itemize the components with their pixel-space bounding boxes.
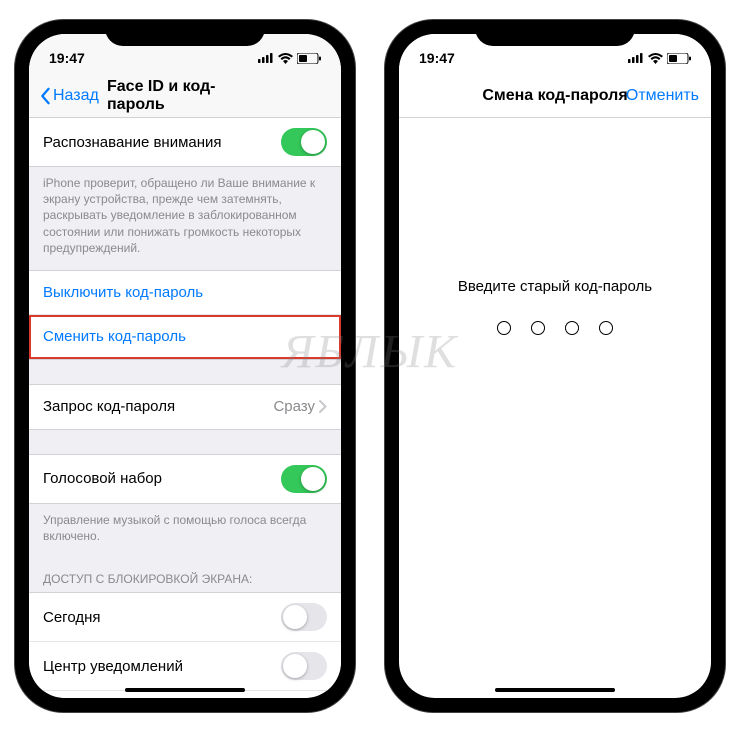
attention-footer: iPhone проверит, обращено ли Ваше вниман… [29, 167, 341, 270]
nav-bar: Смена код-пароля Отменить [399, 74, 711, 118]
passcode-dot [531, 321, 545, 335]
disable-passcode-label: Выключить код-пароль [43, 284, 203, 301]
status-icons [628, 53, 691, 64]
wifi-icon [278, 53, 293, 64]
phone-right: 19:47 Смена код-пароля Отменить Введите … [385, 20, 725, 712]
passcode-dot [599, 321, 613, 335]
chevron-right-icon [319, 400, 327, 413]
disable-passcode-row[interactable]: Выключить код-пароль [29, 271, 341, 315]
page-title: Face ID и код-пароль [107, 78, 263, 114]
lockscreen-header: ДОСТУП С БЛОКИРОВКОЙ ЭКРАНА: [29, 558, 341, 592]
page-title: Смена код-пароля [482, 87, 627, 105]
notch [105, 20, 265, 46]
change-passcode-row[interactable]: Сменить код-пароль [29, 315, 341, 359]
battery-icon [297, 53, 321, 64]
nav-bar: Назад Face ID и код-пароль [29, 74, 341, 118]
lockscreen-row[interactable]: Пункт управления [29, 691, 341, 698]
passcode-dots [497, 321, 613, 335]
signal-icon [258, 53, 274, 63]
attention-row[interactable]: Распознавание внимания [29, 118, 341, 166]
signal-icon [628, 53, 644, 63]
lockscreen-switch[interactable] [281, 603, 327, 631]
cancel-button[interactable]: Отменить [626, 87, 699, 105]
require-passcode-value: Сразу [273, 398, 315, 415]
attention-label: Распознавание внимания [43, 134, 222, 151]
voice-dial-footer: Управление музыкой с помощью голоса всег… [29, 504, 341, 558]
require-passcode-label: Запрос код-пароля [43, 398, 175, 415]
lockscreen-row-label: Сегодня [43, 609, 101, 626]
voice-dial-switch[interactable] [281, 465, 327, 493]
status-icons [258, 53, 321, 64]
home-indicator [125, 688, 245, 692]
wifi-icon [648, 53, 663, 64]
status-time: 19:47 [419, 50, 455, 66]
chevron-left-icon [39, 87, 51, 105]
passcode-dot [497, 321, 511, 335]
voice-dial-label: Голосовой набор [43, 470, 162, 487]
lockscreen-row[interactable]: Центр уведомлений [29, 642, 341, 691]
require-passcode-row[interactable]: Запрос код-пароля Сразу [29, 385, 341, 429]
back-button[interactable]: Назад [39, 87, 99, 105]
passcode-entry: Введите старый код-пароль [399, 118, 711, 698]
lockscreen-row[interactable]: Сегодня [29, 593, 341, 642]
lockscreen-switch[interactable] [281, 652, 327, 680]
passcode-dot [565, 321, 579, 335]
status-time: 19:47 [49, 50, 85, 66]
back-label: Назад [53, 87, 99, 105]
phone-left: 19:47 Назад Face ID и код-пароль Распозн… [15, 20, 355, 712]
battery-icon [667, 53, 691, 64]
voice-dial-row[interactable]: Голосовой набор [29, 455, 341, 503]
home-indicator [495, 688, 615, 692]
change-passcode-label: Сменить код-пароль [43, 328, 186, 345]
settings-content[interactable]: Распознавание внимания iPhone проверит, … [29, 118, 341, 698]
passcode-prompt: Введите старый код-пароль [458, 278, 652, 295]
lockscreen-row-label: Центр уведомлений [43, 658, 183, 675]
notch [475, 20, 635, 46]
attention-switch[interactable] [281, 128, 327, 156]
